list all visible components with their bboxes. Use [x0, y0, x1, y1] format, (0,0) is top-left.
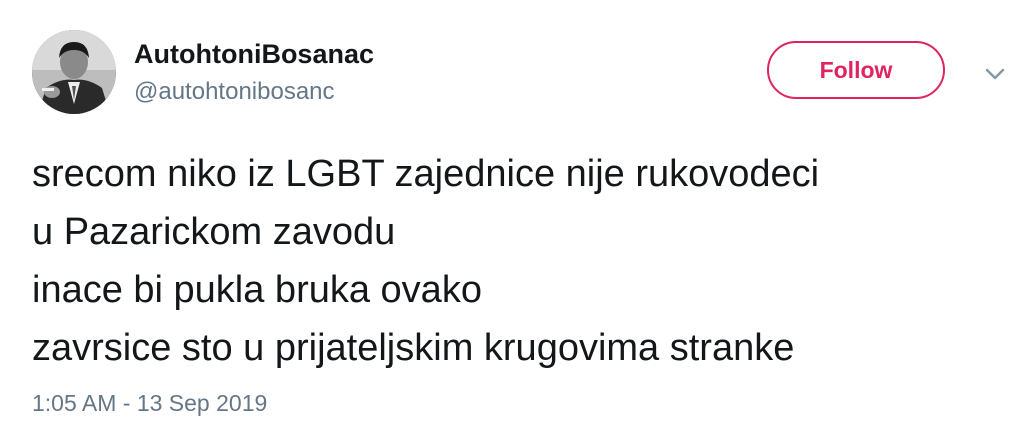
tweet-text: srecom niko iz LGBT zajednice nije rukov…: [32, 145, 1012, 377]
tweet-line: inace bi pukla bruka ovako: [32, 269, 482, 311]
tweet-timestamp[interactable]: 1:05 AM - 13 Sep 2019: [32, 388, 267, 418]
user-handle[interactable]: @autohtonibosanc: [134, 77, 335, 107]
avatar[interactable]: [32, 30, 116, 114]
display-name[interactable]: AutohtoniBosanac: [134, 38, 374, 70]
tweet-line: zavrsice sto u prijateljskim krugovima s…: [32, 327, 795, 369]
follow-button[interactable]: Follow: [767, 41, 945, 99]
tweet-line: srecom niko iz LGBT zajednice nije rukov…: [32, 153, 820, 195]
tweet-card: AutohtoniBosanac @autohtonibosanc Follow…: [0, 0, 1028, 429]
chevron-down-icon[interactable]: [982, 64, 1008, 84]
tweet-line: u Pazarickom zavodu: [32, 211, 396, 253]
avatar-image: [32, 30, 116, 114]
